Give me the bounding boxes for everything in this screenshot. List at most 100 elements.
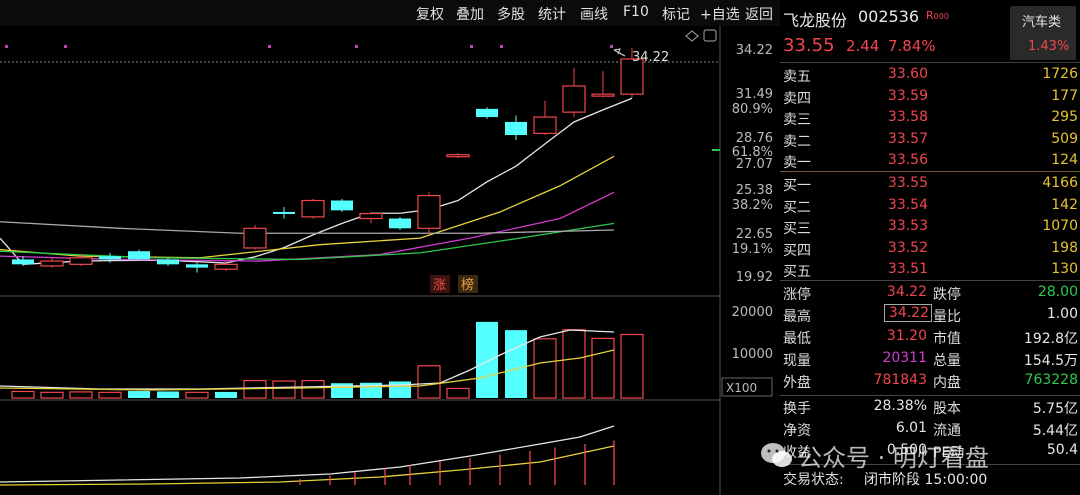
pct-tick: 80.9%	[732, 102, 773, 117]
sector-box[interactable]: 汽车类 1.43%	[1010, 6, 1076, 60]
wechat-icon	[761, 443, 792, 467]
candle-down	[331, 200, 353, 211]
toolbar-draw[interactable]: 画线	[580, 4, 608, 24]
event-dot	[500, 45, 503, 48]
ask-price[interactable]: 33.56	[878, 152, 928, 168]
badge-bang[interactable]: 榜	[461, 277, 474, 293]
event-dot	[5, 45, 8, 48]
bid-price[interactable]: 33.51	[878, 261, 928, 277]
inner-volume: 763228	[1024, 372, 1078, 388]
ask-price[interactable]: 33.58	[878, 109, 928, 125]
ask-volume: 177	[1051, 87, 1078, 104]
sector-change: 1.43%	[1028, 39, 1070, 54]
event-dot	[470, 45, 473, 48]
cur-vol-label: 现量	[783, 353, 811, 369]
price-tick: 34.22	[736, 43, 773, 58]
ind-line-1	[0, 425, 615, 483]
toolbar-overlay[interactable]: 叠加	[456, 4, 484, 24]
candle-down	[273, 211, 295, 214]
ask-volume: 124	[1051, 152, 1078, 168]
badge-zhang[interactable]: 涨	[433, 278, 446, 293]
candle-down	[389, 218, 411, 229]
volume-bar-up	[69, 391, 93, 399]
toolbar-multi-stock[interactable]: 多股	[497, 4, 525, 24]
volume-bar-up	[620, 333, 644, 399]
volume-bar-up	[98, 391, 122, 399]
bid-volume: 130	[1051, 261, 1078, 277]
event-dot	[64, 45, 67, 48]
high-label: 最高	[783, 309, 811, 325]
limit-up: 34.22	[886, 284, 927, 300]
bid-price[interactable]: 33.52	[878, 240, 928, 256]
volume-bar-down	[505, 330, 527, 398]
volume-bar-up	[562, 329, 586, 399]
vol-ratio: 1.00	[1046, 306, 1078, 322]
volume-bar-down	[215, 391, 237, 398]
event-dot	[268, 45, 271, 48]
sector-name: 汽车类	[1022, 15, 1062, 30]
candle-up	[446, 154, 470, 158]
candle-down	[99, 256, 121, 260]
toolbar-stats[interactable]: 统计	[538, 4, 566, 24]
mktcap-label: 市值	[933, 331, 961, 347]
ask-price[interactable]: 33.59	[878, 88, 928, 104]
toolbar-mark[interactable]: 标记	[662, 4, 690, 24]
price-tick: 22.65	[736, 227, 773, 242]
volume-bar-up	[591, 337, 615, 399]
toolbar-fuquan[interactable]: 复权	[416, 4, 444, 24]
day-high: 34.22	[884, 304, 932, 322]
share-capital: 5.75亿	[1032, 401, 1078, 417]
ask-price[interactable]: 33.57	[878, 131, 928, 147]
watermark: 公众号 · 明灯看盘	[760, 436, 1080, 476]
ind-line-2	[0, 445, 615, 486]
bid-label: 买五	[783, 264, 811, 280]
candle-up	[417, 195, 441, 229]
total-volume: 154.5万	[1023, 353, 1078, 369]
bid-price[interactable]: 33.55	[878, 175, 928, 191]
quote-panel: 飞龙股份 002536 R000 汽车类 1.43% 33.55 2.44 7.…	[780, 0, 1080, 495]
volume-bar-up	[446, 387, 470, 399]
bid-price[interactable]: 33.54	[878, 197, 928, 213]
toolbar-f10[interactable]: F10	[623, 4, 649, 20]
candle-up	[533, 116, 557, 135]
candle-down	[186, 264, 208, 268]
kline-chart[interactable]: 34.22 31.49 80.9% 28.76 61.8% 27.07 25.3…	[0, 0, 780, 495]
candle-up	[562, 85, 586, 113]
candle-up	[69, 257, 93, 265]
bid-price[interactable]: 33.53	[878, 218, 928, 234]
volume-bar-up	[40, 391, 64, 399]
limit-down-label: 跌停	[933, 287, 961, 303]
ask-volume: 509	[1051, 130, 1078, 147]
toolbar-back[interactable]: 返回	[745, 4, 773, 24]
bid-volume: 4166	[1042, 175, 1078, 191]
bid-volume: 198	[1051, 239, 1078, 256]
volume-bar-down	[157, 391, 179, 398]
volume-unit: X100	[726, 381, 757, 395]
ask-price[interactable]: 33.60	[878, 66, 928, 82]
bid-label: 买四	[783, 242, 811, 259]
ask-label: 卖三	[783, 112, 811, 128]
volume-tick: 20000	[732, 305, 773, 320]
limit-down: 28.00	[1037, 284, 1078, 300]
day-low: 31.20	[886, 328, 927, 344]
candle-up	[40, 260, 64, 267]
volume-tick: 10000	[732, 347, 773, 362]
candle-down	[476, 108, 498, 118]
event-dot	[610, 45, 613, 48]
event-dot	[355, 45, 358, 48]
volume-bar-up	[185, 391, 209, 399]
volume-bar-up	[301, 380, 325, 399]
price-tick: 27.07	[736, 157, 773, 172]
window-icon[interactable]	[703, 29, 717, 42]
diamond-icon[interactable]	[685, 30, 699, 42]
low-label: 最低	[783, 331, 811, 347]
limit-up-label: 涨停	[783, 287, 811, 303]
candle-down	[12, 259, 34, 265]
net-assets: 6.01	[895, 420, 927, 436]
candle-up	[591, 93, 615, 97]
toolbar-add-watchlist[interactable]: +自选	[700, 4, 740, 24]
market-cap: 192.8亿	[1023, 331, 1078, 347]
last-price: 33.55	[783, 35, 835, 56]
ask-volume: 295	[1051, 109, 1078, 125]
price-change-pct: 7.84%	[888, 37, 936, 55]
